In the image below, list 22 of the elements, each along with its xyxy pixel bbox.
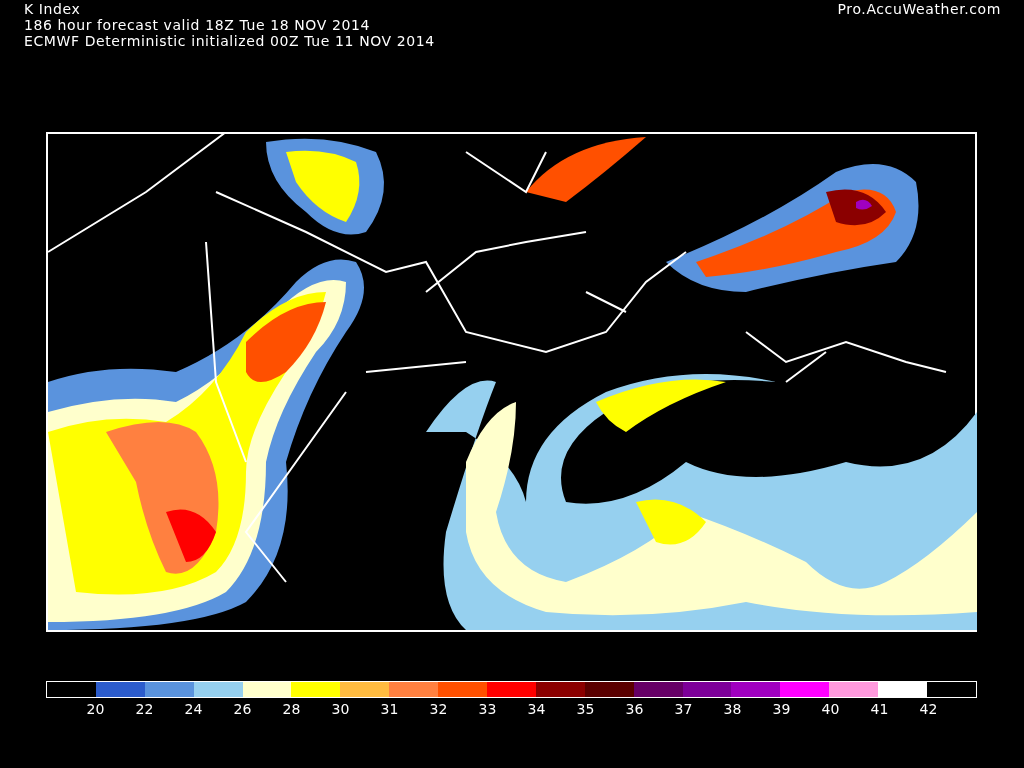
scale-label: 33 bbox=[477, 701, 498, 717]
chart-title: K Index bbox=[24, 1, 82, 17]
scale-label: 40 bbox=[820, 701, 841, 717]
scale-label: 30 bbox=[330, 701, 351, 717]
scale-label: 36 bbox=[624, 701, 645, 717]
scale-label: 20 bbox=[85, 701, 106, 717]
scale-label: 24 bbox=[183, 701, 204, 717]
scale-label: 41 bbox=[869, 701, 890, 717]
scale-label: 26 bbox=[232, 701, 253, 717]
scale-label: 32 bbox=[428, 701, 449, 717]
scale-label: 28 bbox=[281, 701, 302, 717]
site-name: Pro.AccuWeather.com bbox=[837, 1, 1001, 19]
scale-label: 42 bbox=[918, 701, 939, 717]
scale-label: 37 bbox=[673, 701, 694, 717]
scale-label: 22 bbox=[134, 701, 155, 717]
forecast-valid-time: 186 hour forecast valid 18Z Tue 18 NOV 2014 bbox=[24, 17, 371, 33]
scale-label: 38 bbox=[722, 701, 743, 717]
model-run-info: ECMWF Deterministic initialized 00Z Tue 11 NOV 2014 bbox=[24, 33, 435, 49]
scale-label: 31 bbox=[379, 701, 400, 717]
scale-label: 39 bbox=[771, 701, 792, 717]
scale-label: 35 bbox=[575, 701, 596, 717]
scale-label: 34 bbox=[526, 701, 547, 717]
